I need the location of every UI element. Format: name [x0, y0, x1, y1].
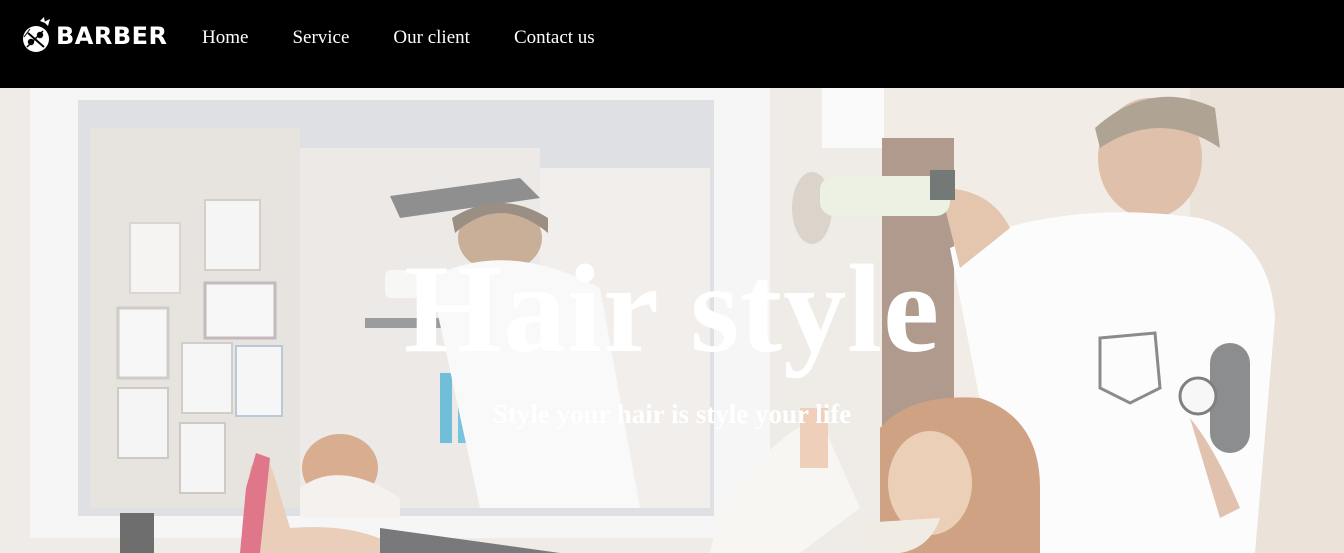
brand-logo[interactable]: BARBER: [20, 16, 168, 56]
nav-our-client[interactable]: Our client: [393, 24, 470, 52]
hero-section: Hair style Style your hair is style your…: [0, 88, 1344, 553]
nav-service[interactable]: Service: [292, 24, 349, 52]
hero-subtitle: Style your hair is style your life: [492, 399, 852, 429]
scissors-comb-icon: [23, 17, 50, 52]
brand-name: BARBER: [56, 22, 168, 50]
nav-contact-us[interactable]: Contact us: [514, 24, 595, 52]
navbar: BARBER Home Service Our client Contact u…: [0, 0, 1344, 88]
main-nav: Home Service Our client Contact us: [202, 24, 639, 52]
hero-title: Hair style: [403, 240, 941, 379]
nav-home[interactable]: Home: [202, 24, 248, 52]
